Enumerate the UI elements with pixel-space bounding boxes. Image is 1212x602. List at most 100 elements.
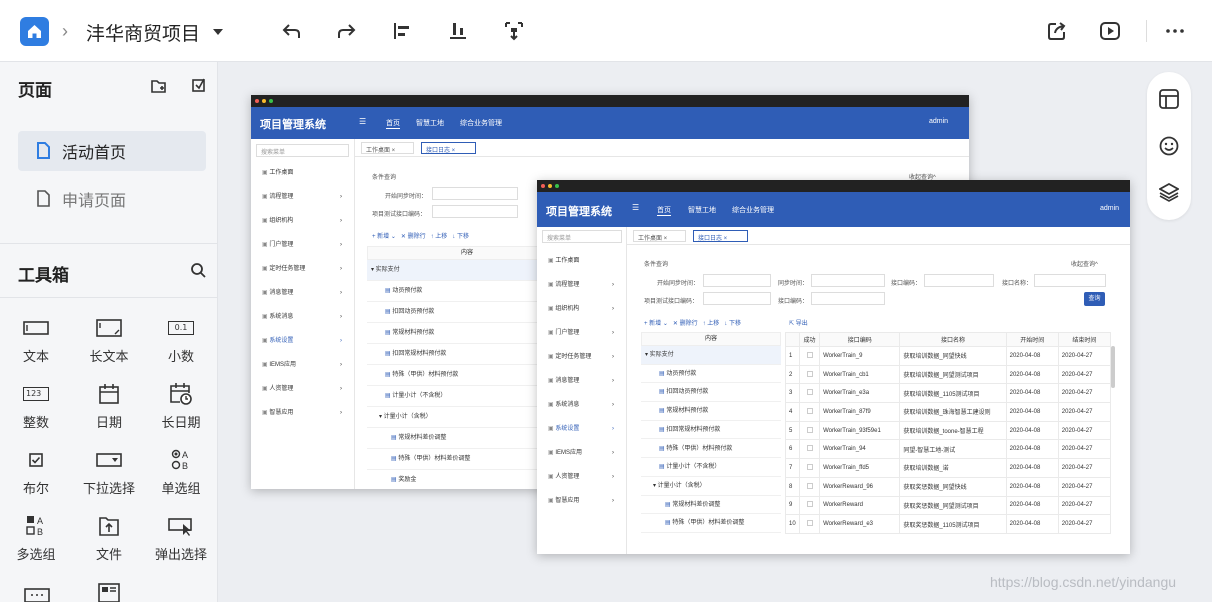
nav-home[interactable]: 首页 bbox=[657, 205, 671, 216]
align-left-icon[interactable] bbox=[391, 20, 413, 42]
nav-home[interactable]: 首页 bbox=[386, 118, 400, 129]
image-tool-icon[interactable] bbox=[98, 582, 120, 602]
sidebar-item[interactable]: ▣ 系统设置 › bbox=[251, 329, 354, 353]
add-folder-icon[interactable] bbox=[150, 77, 168, 95]
table-scrollbar[interactable] bbox=[1111, 346, 1115, 388]
play-icon[interactable] bbox=[1099, 20, 1121, 42]
checkbox-icon[interactable] bbox=[806, 370, 813, 377]
table-row[interactable]: 5 WorkerTrain_93f59e1 获取培训数据_toone-智慧工程 202… bbox=[784, 420, 1112, 441]
more-icon[interactable] bbox=[1164, 20, 1186, 42]
sidebar-item[interactable]: ▣ 门户管理 › bbox=[251, 233, 354, 257]
row-checkbox[interactable] bbox=[799, 458, 821, 478]
table-row[interactable]: 4 WorkerTrain_87f9 获取培训数据_珠海智慧工建设则 2020-04-… bbox=[784, 402, 1112, 422]
tree-row[interactable]: ▾ 实际支付 bbox=[641, 346, 781, 365]
share-icon[interactable] bbox=[1046, 20, 1068, 42]
delete-row-button[interactable]: ✕ 删除行 bbox=[673, 321, 698, 327]
row-checkbox[interactable] bbox=[799, 439, 821, 460]
tool-boolean[interactable]: 布尔 bbox=[4, 448, 68, 497]
code-input[interactable] bbox=[924, 274, 994, 287]
query-button[interactable]: 查询 bbox=[1084, 292, 1105, 306]
nav-smart-site[interactable]: 智慧工地 bbox=[688, 205, 716, 215]
tree-row[interactable]: ▾ 计量小计（含税） bbox=[641, 477, 781, 496]
sidebar-item[interactable]: ▣ 工作桌面 bbox=[251, 161, 354, 185]
table-row[interactable]: 8 WorkerReward_96 获取奖惩数据_同望快线 2020-04-08 202… bbox=[784, 476, 1112, 497]
move-up-button[interactable]: ↑ 上移 bbox=[703, 321, 720, 327]
project-title[interactable]: 沣华商贸项目 bbox=[86, 19, 200, 46]
checkbox-icon[interactable] bbox=[806, 463, 813, 470]
sidebar-item[interactable]: ▣ 组织机构 › bbox=[537, 297, 626, 321]
checkbox-icon[interactable] bbox=[806, 501, 813, 508]
tool-checkbox-group[interactable]: A B 多选组 bbox=[4, 514, 68, 563]
checkbox-icon[interactable] bbox=[806, 351, 813, 358]
sidebar-item[interactable]: ▣ 门户管理 › bbox=[537, 321, 626, 345]
tab-interface-log[interactable]: 接口日志 × bbox=[693, 230, 748, 242]
menu-search-input[interactable]: 搜索菜单 bbox=[542, 230, 622, 243]
start-time-input[interactable] bbox=[432, 187, 518, 200]
sidebar-item[interactable]: ▣ 系统消息 › bbox=[251, 305, 354, 329]
tab-interface-log[interactable]: 接口日志 × bbox=[421, 142, 476, 154]
sidebar-item[interactable]: ▣ 流程管理 › bbox=[537, 273, 626, 297]
more-tool-icon[interactable] bbox=[24, 586, 50, 602]
caret-down-icon[interactable] bbox=[212, 28, 224, 36]
tree-row[interactable]: ▤ 扣回动员预付款 bbox=[641, 383, 781, 403]
tree-row[interactable]: ▤ 扣回常规材料预付款 bbox=[641, 421, 781, 440]
tab-workdesk[interactable]: 工作桌面 × bbox=[633, 230, 686, 242]
code2-input[interactable] bbox=[811, 292, 885, 305]
user-name[interactable]: admin bbox=[929, 118, 948, 125]
sidebar-item[interactable]: ▣ 智慧应用 › bbox=[537, 489, 626, 513]
add-button[interactable]: + 新增 ⌄ bbox=[372, 234, 396, 240]
export-button[interactable]: ⇱ 导出 bbox=[789, 318, 808, 327]
nav-smart-site[interactable]: 智慧工地 bbox=[416, 118, 444, 128]
name-input[interactable] bbox=[1034, 274, 1106, 287]
tool-dropdown[interactable]: 下拉选择 bbox=[77, 448, 141, 497]
row-checkbox[interactable] bbox=[799, 495, 821, 516]
checkbox-icon[interactable] bbox=[806, 445, 813, 452]
nav-business[interactable]: 综合业务管理 bbox=[460, 118, 502, 128]
tool-text[interactable]: 文本 bbox=[4, 316, 68, 365]
row-checkbox[interactable] bbox=[799, 364, 821, 385]
redo-icon[interactable] bbox=[335, 20, 357, 42]
collapse-filter-link[interactable]: 收起查询^ bbox=[1071, 259, 1098, 268]
page-item-application[interactable]: 申请页面 bbox=[18, 179, 206, 219]
interface-code-input[interactable] bbox=[432, 205, 518, 218]
checkbox-icon[interactable] bbox=[806, 407, 813, 414]
checkbox-icon[interactable] bbox=[806, 426, 813, 433]
tool-radio-group[interactable]: A B 单选组 bbox=[149, 448, 213, 497]
menu-search-input[interactable]: 搜索菜单 bbox=[256, 144, 349, 157]
menu-toggle-icon[interactable]: ☰ bbox=[359, 117, 366, 126]
sync-time-input[interactable] bbox=[811, 274, 885, 287]
checkbox-icon[interactable] bbox=[806, 520, 813, 527]
sidebar-item[interactable]: ▣ 人资管理 › bbox=[251, 377, 354, 401]
tool-long-date[interactable]: 长日期 bbox=[149, 382, 213, 431]
add-button[interactable]: + 新增 ⌄ bbox=[644, 321, 668, 327]
table-row[interactable]: 1 WorkerTrain_9 获取培训数据_同望快线 2020-04-08 2020-… bbox=[784, 346, 1112, 366]
start-time-input[interactable] bbox=[703, 274, 771, 287]
sidebar-item[interactable]: ▣ 人资管理 › bbox=[537, 465, 626, 489]
sidebar-item[interactable]: ▣ 定时任务管理 › bbox=[251, 257, 354, 281]
tree-row[interactable]: ▤ 特殊（甲供）材料预付款 bbox=[641, 440, 781, 459]
tool-long-text[interactable]: 长文本 bbox=[77, 316, 141, 365]
tool-file[interactable]: 文件 bbox=[77, 514, 141, 563]
row-checkbox[interactable] bbox=[799, 346, 821, 366]
add-page-icon[interactable] bbox=[190, 76, 208, 94]
tool-popup-select[interactable]: 弹出选择 bbox=[149, 514, 213, 563]
sidebar-item[interactable]: ▣ 智慧应用 › bbox=[251, 401, 354, 425]
row-checkbox[interactable] bbox=[799, 383, 821, 404]
sidebar-item[interactable]: ▣ 系统消息 › bbox=[537, 393, 626, 417]
table-row[interactable]: 6 WorkerTrain_94 同望-智慧工地-测试 2020-04-08 2020-… bbox=[784, 439, 1112, 460]
table-row[interactable]: 2 WorkerTrain_cb1 获取培训数据_同望测试项目 2020-04-08 2… bbox=[784, 364, 1112, 385]
checkbox-icon[interactable] bbox=[806, 482, 813, 489]
search-icon[interactable] bbox=[190, 262, 206, 278]
move-down-button[interactable]: ↓ 下移 bbox=[452, 234, 469, 240]
row-checkbox[interactable] bbox=[799, 420, 821, 441]
page-item-activity-home[interactable]: 活动首页 bbox=[18, 131, 206, 171]
move-up-button[interactable]: ↑ 上移 bbox=[431, 234, 448, 240]
checkbox-icon[interactable] bbox=[806, 389, 813, 396]
sidebar-item[interactable]: ▣ 消息管理 › bbox=[251, 281, 354, 305]
move-down-button[interactable]: ↓ 下移 bbox=[724, 321, 741, 327]
table-row[interactable]: 10 WorkerReward_e3 获取奖惩数据_1105测试项目 2020-04-… bbox=[784, 514, 1112, 534]
align-bottom-icon[interactable] bbox=[447, 20, 469, 42]
delete-row-button[interactable]: ✕ 删除行 bbox=[401, 234, 426, 240]
tool-decimal[interactable]: 0.1 小数 bbox=[149, 316, 213, 365]
tree-row[interactable]: ▤ 常规材料预付款 bbox=[641, 402, 781, 421]
